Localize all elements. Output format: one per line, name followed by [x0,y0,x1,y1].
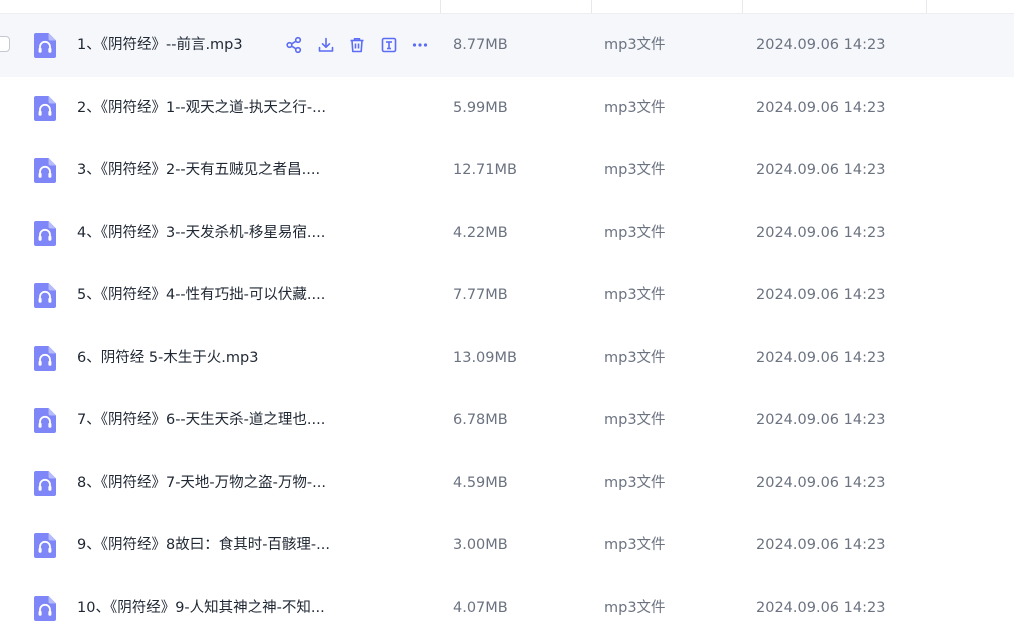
table-row[interactable]: 1、《阴符经》--前言.mp3 8.77MB mp3文件 2024.09.06 14:… [0,14,1014,77]
file-size: 7.77MB [453,264,508,326]
file-name[interactable]: 9、《阴符经》8故曰：食其时-百骸理-... [77,514,330,576]
file-name[interactable]: 8、《阴符经》7-天地-万物之盗-万物-... [77,452,326,514]
list-header [0,0,1014,14]
audio-file-icon [33,32,57,59]
modified-date: 2024.09.06 14:23 [756,327,885,389]
column-divider[interactable] [440,0,441,13]
file-name[interactable]: 2、《阴符经》1--观天之道-执天之行-... [77,77,326,139]
column-divider[interactable] [742,0,743,13]
file-name[interactable]: 7、《阴符经》6--天生天杀-道之理也.... [77,389,325,451]
file-type: mp3文件 [604,202,666,264]
modified-date: 2024.09.06 14:23 [756,14,885,76]
audio-file-icon [33,95,57,122]
file-name[interactable]: 6、阴符经 5-木生于火.mp3 [77,327,258,389]
audio-file-icon [33,595,57,622]
audio-file-icon [33,220,57,247]
row-checkbox[interactable] [0,36,10,52]
table-row[interactable]: 4、《阴符经》3--天发杀机-移星易宿.... 4.22MB mp3文件 2024.0… [0,202,1014,265]
file-size: 8.77MB [453,14,508,76]
file-name[interactable]: 1、《阴符经》--前言.mp3 [77,14,243,76]
audio-file-icon [33,157,57,184]
modified-date: 2024.09.06 14:23 [756,264,885,326]
modified-date: 2024.09.06 14:23 [756,514,885,576]
table-row[interactable]: 6、阴符经 5-木生于火.mp3 13.09MB mp3文件 2024.09.06 1… [0,327,1014,390]
file-size: 3.00MB [453,514,508,576]
file-size: 6.78MB [453,389,508,451]
file-type: mp3文件 [604,14,666,76]
column-divider[interactable] [591,0,592,13]
file-type: mp3文件 [604,389,666,451]
file-size: 13.09MB [453,327,517,389]
audio-file-icon [33,532,57,559]
file-name[interactable]: 3、《阴符经》2--天有五贼见之者昌.... [77,139,320,201]
table-row[interactable]: 2、《阴符经》1--观天之道-执天之行-... 5.99MB mp3文件 2024.0… [0,77,1014,140]
modified-date: 2024.09.06 14:23 [756,389,885,451]
more-icon[interactable] [410,35,430,55]
file-type: mp3文件 [604,514,666,576]
file-type: mp3文件 [604,452,666,514]
file-name[interactable]: 10、《阴符经》9-人知其神之神-不知... [77,577,325,639]
modified-date: 2024.09.06 14:23 [756,577,885,639]
table-row[interactable]: 5、《阴符经》4--性有巧拙-可以伏藏.... 7.77MB mp3文件 2024.0… [0,264,1014,327]
file-name[interactable]: 4、《阴符经》3--天发杀机-移星易宿.... [77,202,325,264]
file-size: 4.07MB [453,577,508,639]
audio-file-icon [33,345,57,372]
share-icon[interactable] [284,35,304,55]
file-type: mp3文件 [604,139,666,201]
table-row[interactable]: 10、《阴符经》9-人知其神之神-不知... 4.07MB mp3文件 2024.09… [0,577,1014,639]
column-divider[interactable] [926,0,927,13]
file-size: 5.99MB [453,77,508,139]
download-icon[interactable] [316,35,336,55]
modified-date: 2024.09.06 14:23 [756,452,885,514]
audio-file-icon [33,407,57,434]
table-row[interactable]: 7、《阴符经》6--天生天杀-道之理也.... 6.78MB mp3文件 2024.0… [0,389,1014,452]
file-list: 1、《阴符经》--前言.mp3 8.77MB mp3文件 2024.09.06 14:… [0,14,1014,639]
audio-file-icon [33,282,57,309]
row-actions [284,34,442,56]
file-size: 4.22MB [453,202,508,264]
file-name[interactable]: 5、《阴符经》4--性有巧拙-可以伏藏.... [77,264,325,326]
file-type: mp3文件 [604,77,666,139]
table-row[interactable]: 3、《阴符经》2--天有五贼见之者昌.... 12.71MB mp3文件 2024.0… [0,139,1014,202]
rename-icon[interactable] [379,35,399,55]
table-row[interactable]: 8、《阴符经》7-天地-万物之盗-万物-... 4.59MB mp3文件 2024.0… [0,452,1014,515]
modified-date: 2024.09.06 14:23 [756,139,885,201]
delete-icon[interactable] [347,35,367,55]
modified-date: 2024.09.06 14:23 [756,202,885,264]
file-type: mp3文件 [604,327,666,389]
modified-date: 2024.09.06 14:23 [756,77,885,139]
file-type: mp3文件 [604,264,666,326]
file-type: mp3文件 [604,577,666,639]
audio-file-icon [33,470,57,497]
file-size: 4.59MB [453,452,508,514]
table-row[interactable]: 9、《阴符经》8故曰：食其时-百骸理-... 3.00MB mp3文件 2024.09… [0,514,1014,577]
file-size: 12.71MB [453,139,517,201]
